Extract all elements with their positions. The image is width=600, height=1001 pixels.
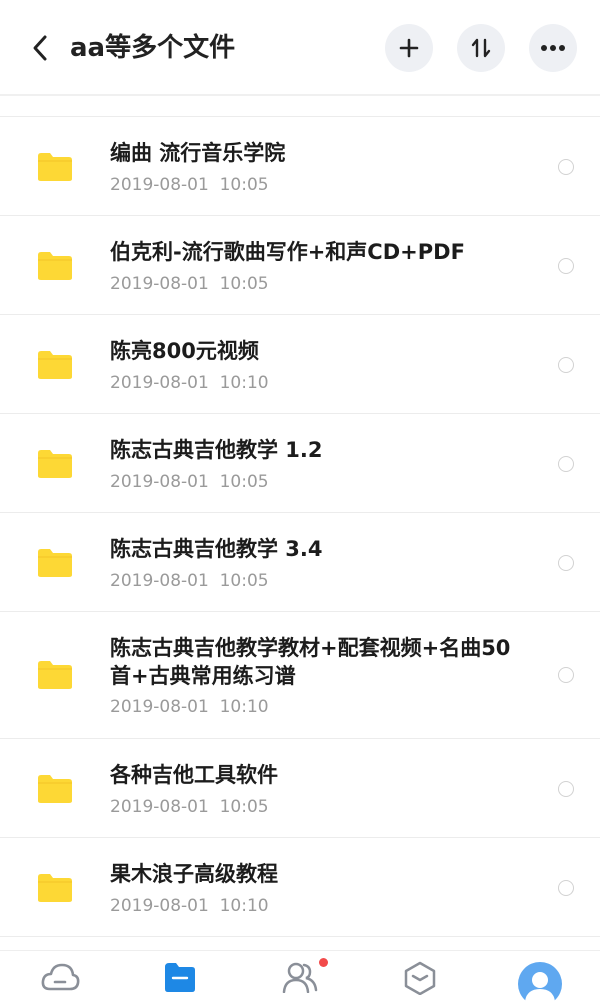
notification-badge (319, 958, 328, 967)
select-radio[interactable] (558, 555, 574, 571)
more-dots-icon (541, 45, 565, 51)
avatar-icon (518, 962, 562, 1001)
folder-icon (165, 963, 195, 992)
file-date: 2019-08-01 10:05 (110, 175, 269, 195)
tab-contacts[interactable] (270, 961, 330, 1001)
cloud-icon (41, 963, 80, 991)
folder-icon (38, 153, 72, 181)
file-name: 编曲 流行音乐学院 (110, 141, 286, 165)
back-button[interactable] (22, 28, 58, 68)
bottom-tab-bar (0, 950, 600, 1001)
select-radio[interactable] (558, 880, 574, 896)
people-icon (282, 962, 318, 993)
list-item[interactable]: 各种吉他工具软件 2019-08-01 10:05 (0, 739, 600, 838)
add-button[interactable] (385, 24, 433, 72)
select-radio[interactable] (558, 456, 574, 472)
select-radio[interactable] (558, 159, 574, 175)
list-item[interactable]: 伯克利-流行歌曲写作+和声CD+PDF 2019-08-01 10:05 (0, 216, 600, 315)
chevron-left-icon (33, 35, 47, 61)
file-name: 果木浪子高级教程 (110, 862, 278, 886)
cube-icon (404, 961, 436, 995)
file-date: 2019-08-01 10:05 (110, 274, 269, 294)
sort-icon (471, 38, 491, 58)
tab-profile[interactable] (510, 961, 570, 1001)
folder-icon (38, 351, 72, 379)
select-radio[interactable] (558, 357, 574, 373)
file-list: 编曲 流行音乐学院 2019-08-01 10:05 伯克利-流行歌曲写作+和声… (0, 116, 600, 937)
list-item[interactable]: 编曲 流行音乐学院 2019-08-01 10:05 (0, 117, 600, 216)
plus-icon (399, 38, 419, 58)
select-radio[interactable] (558, 667, 574, 683)
folder-icon (38, 661, 72, 689)
file-date: 2019-08-01 10:05 (110, 571, 269, 591)
tab-home[interactable] (30, 961, 90, 1001)
file-name: 陈志古典吉他教学 1.2 (110, 438, 323, 462)
list-item[interactable]: 陈亮800元视频 2019-08-01 10:10 (0, 315, 600, 414)
select-radio[interactable] (558, 781, 574, 797)
folder-icon (38, 252, 72, 280)
file-name: 各种吉他工具软件 (110, 763, 278, 787)
more-button[interactable] (529, 24, 577, 72)
file-date: 2019-08-01 10:10 (110, 697, 269, 717)
file-name: 陈志古典吉他教学教材+配套视频+名曲50首+古典常用练习谱 (110, 636, 511, 688)
top-bar: aa等多个文件 (0, 0, 600, 96)
file-name: 伯克利-流行歌曲写作+和声CD+PDF (110, 240, 465, 264)
folder-icon (38, 549, 72, 577)
tab-tools[interactable] (390, 961, 450, 1001)
list-item[interactable]: 果木浪子高级教程 2019-08-01 10:10 (0, 838, 600, 937)
file-date: 2019-08-01 10:05 (110, 797, 269, 817)
list-item[interactable]: 陈志古典吉他教学 1.2 2019-08-01 10:05 (0, 414, 600, 513)
select-radio[interactable] (558, 258, 574, 274)
file-date: 2019-08-01 10:05 (110, 472, 269, 492)
folder-icon (38, 775, 72, 803)
file-date: 2019-08-01 10:10 (110, 373, 269, 393)
list-item[interactable]: 陈志古典吉他教学教材+配套视频+名曲50首+古典常用练习谱 2019-08-01… (0, 612, 600, 739)
folder-icon (38, 874, 72, 902)
page-title: aa等多个文件 (70, 33, 236, 63)
sort-button[interactable] (457, 24, 505, 72)
file-name: 陈亮800元视频 (110, 339, 259, 363)
file-name: 陈志古典吉他教学 3.4 (110, 537, 323, 561)
list-item[interactable]: 陈志古典吉他教学 3.4 2019-08-01 10:05 (0, 513, 600, 612)
tab-files[interactable] (150, 961, 210, 1001)
file-date: 2019-08-01 10:10 (110, 896, 269, 916)
folder-icon (38, 450, 72, 478)
